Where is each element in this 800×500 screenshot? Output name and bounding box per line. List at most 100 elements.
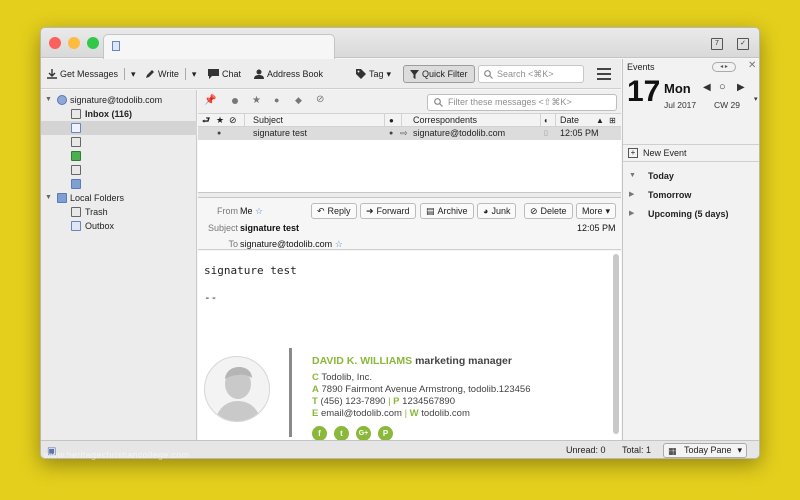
previous-day-icon[interactable]: ◀ [703,82,711,93]
events-nav-toggle[interactable]: ◂ ▸ [712,62,736,72]
folder-trash[interactable]: Trash [41,205,197,219]
junk-button[interactable]: ◕ Junk [477,203,517,219]
thread-list-empty-area [198,140,621,193]
date-column-header[interactable]: Date [560,114,579,127]
folder-local[interactable]: ▼ Local Folders [41,191,197,205]
to-value[interactable]: signature@todolib.com ☆ [240,239,343,250]
folder-outbox[interactable]: Outbox [41,219,197,233]
delete-button[interactable]: ⊘ Delete [524,203,573,219]
junk-column-icon[interactable]: ◐ [544,114,549,127]
message-scrollbar[interactable] [613,254,619,434]
contact-filter-icon[interactable]: ● [274,95,279,105]
events-title: Events [627,62,655,72]
folder-inbox-label: Inbox (116) [85,109,133,119]
folder-archives[interactable] [41,149,197,163]
events-group-upcoming[interactable]: ▶ Upcoming (5 days) [623,207,759,221]
star-icon[interactable]: ★ [252,95,261,106]
read-column-icon[interactable]: ● [389,114,394,127]
pinterest-icon[interactable]: P [378,426,393,440]
folder-junk[interactable] [41,163,197,177]
chevron-right-icon[interactable]: ▶ [629,188,634,202]
chevron-down-icon[interactable]: ▾ [131,65,136,83]
get-messages-button[interactable]: Get Messages ▾ [47,65,136,83]
reply-button[interactable]: ↶ Reply [311,203,357,219]
company-letter: C [312,372,319,383]
phone-letter: T [312,396,318,407]
quick-filter-button[interactable]: Quick Filter [403,65,475,83]
flame-icon: ◕ [483,206,489,216]
forward-button[interactable]: ➜ Forward [360,203,416,219]
attachment-column-icon[interactable]: ⊘ [229,114,237,127]
signature-email[interactable]: email@todolib.com [321,408,402,419]
next-day-icon[interactable]: ▶ [737,82,745,93]
google-plus-icon[interactable]: G+ [356,426,371,440]
facebook-icon[interactable]: f [312,426,327,440]
archive-button[interactable]: ▤ Archive [420,203,474,219]
tab-mail[interactable] [103,34,335,59]
inbox-icon [71,109,81,119]
signature-separator: -- [204,291,218,304]
tag-button[interactable]: Tag ▾ [356,65,391,83]
star-outline-icon[interactable]: ☆ [255,206,263,216]
tag-filter-icon[interactable]: ◆ [295,95,302,106]
folder-generic[interactable] [41,177,197,191]
pencil-icon [146,70,154,78]
close-window-button[interactable] [49,37,61,49]
new-event-button[interactable]: + New Event [623,144,759,162]
write-button[interactable]: Write ▾ [145,65,196,83]
pin-icon[interactable]: 📌 [204,95,216,106]
twitter-icon[interactable]: t [334,426,349,440]
events-group-today[interactable]: ▼ Today [623,169,759,183]
to-address: signature@todolib.com [240,239,333,249]
minimize-window-button[interactable] [68,37,80,49]
star-column-icon[interactable]: ★ [216,114,224,127]
zoom-window-button[interactable] [87,37,99,49]
delete-label: Delete [540,206,567,216]
calendar-tab-icon[interactable]: 7 [711,38,723,50]
chevron-down-icon[interactable]: ▼ [45,93,52,107]
row-junk-icon[interactable]: ▯ [544,127,548,140]
chat-bubble-icon [208,69,219,79]
more-button[interactable]: More ▾ [576,203,617,219]
read-dot-icon[interactable]: ● [389,127,393,140]
chevron-down-icon[interactable]: ▼ [45,191,52,205]
events-group-tomorrow[interactable]: ▶ Tomorrow [623,188,759,202]
folder-sent[interactable] [41,135,197,149]
address-book-button[interactable]: Address Book [254,65,323,83]
chevron-down-icon[interactable]: ▾ [192,65,197,83]
close-icon[interactable]: ✕ [748,60,756,71]
tag-icon [356,69,366,79]
today-pane-toggle[interactable]: ▦ Today Pane ▾ [663,443,747,458]
app-menu-icon[interactable] [597,68,611,80]
chat-button[interactable]: Chat [208,65,241,83]
unread-filter-icon[interactable] [232,98,238,104]
thread-column-icon[interactable]: ⮐ [202,114,210,127]
tasks-tab-icon[interactable]: ✓ [737,38,749,50]
archive-icon [71,151,81,161]
column-separator [384,114,385,127]
search-input[interactable]: Search <⌘K> [478,65,584,83]
folder-pane: ▼ signature@todolib.com Inbox (116) ▼ Lo… [41,90,197,440]
events-group-label: Tomorrow [648,190,692,200]
folder-tab-icon [112,41,120,51]
filter-messages-input[interactable]: Filter these messages <⇧⌘K> [427,94,617,111]
attachment-filter-icon[interactable]: ⊘ [316,94,324,105]
table-row[interactable]: ● signature test ● ⇨ signature@todolib.c… [198,127,621,140]
sort-ascending-icon[interactable]: ▲ [596,114,604,127]
correspondents-column-header[interactable]: Correspondents [413,114,477,127]
more-label: More [582,206,603,216]
today-day-number: 17 [627,75,661,108]
chevron-down-icon[interactable]: ▼ [629,169,636,183]
subject-column-header[interactable]: Subject [253,114,283,127]
folder-account[interactable]: ▼ signature@todolib.com [41,93,197,107]
star-outline-icon[interactable]: ☆ [335,239,343,249]
folder-drafts[interactable] [41,121,197,135]
chevron-down-icon[interactable]: ▾ [754,95,758,103]
signature-web[interactable]: todolib.com [421,408,470,419]
chevron-right-icon[interactable]: ▶ [629,207,634,221]
folder-inbox[interactable]: Inbox (116) [41,107,197,121]
from-value[interactable]: Me ☆ [240,206,263,217]
unread-dot-icon[interactable]: ● [217,127,221,140]
column-picker-icon[interactable]: ⊞ [609,114,616,127]
today-circle-icon[interactable]: ○ [719,81,726,93]
